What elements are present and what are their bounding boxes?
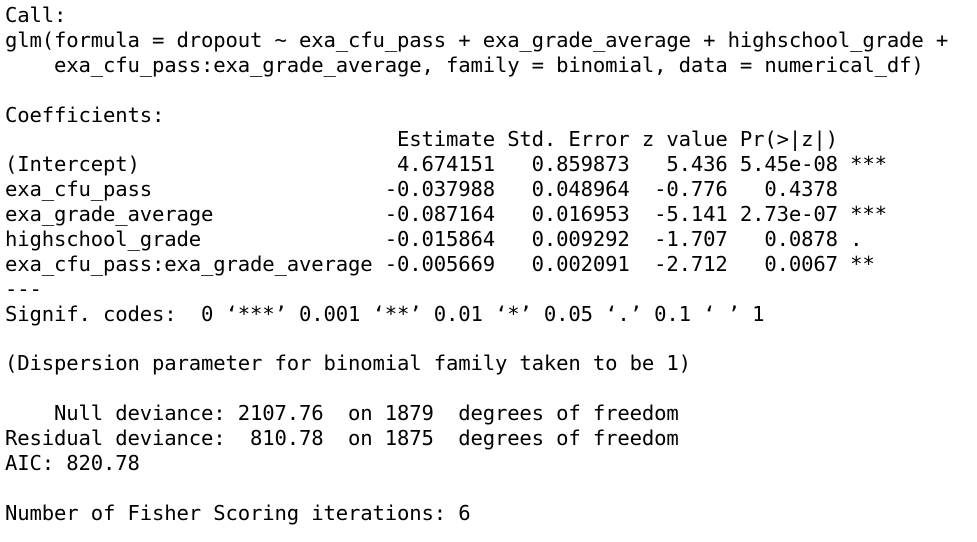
call-header: Call: [5, 3, 67, 27]
coef-row-exa-grade-average: exa_grade_average -0.087164 0.016953 -5.… [5, 202, 887, 227]
coef-row-interaction: exa_cfu_pass:exa_grade_average -0.005669… [5, 251, 887, 276]
call-formula-line-1: glm(formula = dropout ~ exa_cfu_pass + e… [5, 27, 961, 52]
coef-row-highschool-grade: highschool_grade -0.015864 0.009292 -1.7… [5, 227, 887, 252]
coefficients-header: Coefficients: [5, 102, 165, 127]
coefficients-column-headers: Estimate Std. Error z value Pr(>|z|) [5, 127, 887, 152]
call-formula-line-2: exa_cfu_pass:exa_grade_average, family =… [5, 52, 924, 77]
r-console-output: Call: glm(formula = dropout ~ exa_cfu_pas… [5, 3, 973, 526]
null-deviance-line: Null deviance: 2107.76 on 1879 degrees o… [5, 401, 679, 426]
signif-codes-legend: Signif. codes: 0 ‘***’ 0.001 ‘**’ 0.01 ‘… [5, 301, 765, 326]
dispersion-note: (Dispersion parameter for binomial famil… [5, 351, 691, 376]
coef-row-intercept: (Intercept) 4.674151 0.859873 5.436 5.45… [5, 152, 887, 177]
coef-row-exa-cfu-pass: exa_cfu_pass -0.037988 0.048964 -0.776 0… [5, 177, 887, 202]
residual-deviance-line: Residual deviance: 810.78 on 1875 degree… [5, 426, 679, 451]
fisher-iterations-line: Number of Fisher Scoring iterations: 6 [5, 500, 471, 525]
separator-line: --- [5, 276, 42, 301]
aic-line: AIC: 820.78 [5, 451, 140, 476]
